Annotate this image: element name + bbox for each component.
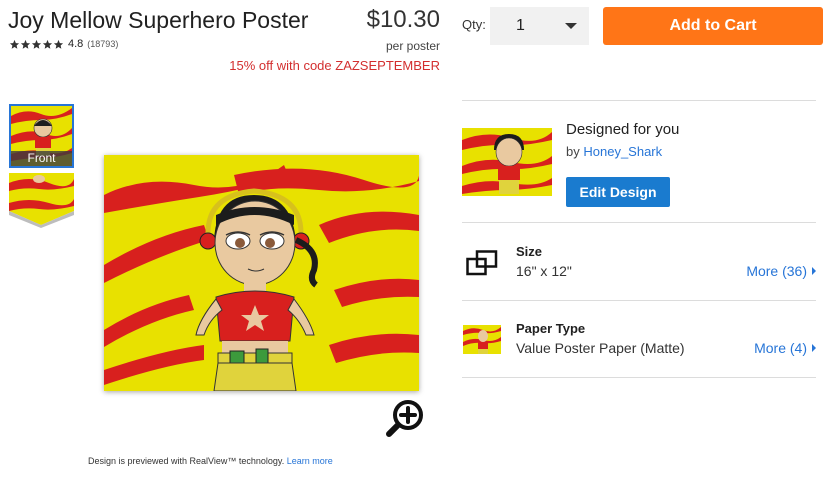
star-icon xyxy=(53,39,64,49)
rating[interactable]: 4.8 (18793) xyxy=(9,38,118,50)
edit-design-button[interactable]: Edit Design xyxy=(566,177,670,207)
star-icon xyxy=(9,39,20,49)
promo-text: 15% off with code ZAZSEPTEMBER xyxy=(229,58,440,73)
product-title: Joy Mellow Superhero Poster xyxy=(8,7,309,33)
chevron-right-icon xyxy=(812,267,816,275)
design-thumbnail xyxy=(462,128,552,196)
price: $10.30 xyxy=(366,6,440,33)
size-more-label: More (36) xyxy=(746,263,807,279)
designer-link[interactable]: Honey_Shark xyxy=(583,144,662,159)
thumbnail-front[interactable]: Front xyxy=(9,104,74,168)
star-icon xyxy=(31,39,42,49)
quantity-value: 1 xyxy=(516,17,525,34)
poster-artwork xyxy=(104,155,419,391)
divider xyxy=(462,100,816,101)
paper-more-label: More (4) xyxy=(754,340,807,356)
divider xyxy=(462,222,816,223)
star-icon xyxy=(42,39,53,49)
quantity-select[interactable]: 1 xyxy=(490,7,589,45)
paper-type-value: Value Poster Paper (Matte) xyxy=(516,340,685,356)
paper-type-title: Paper Type xyxy=(516,321,586,336)
poster-preview[interactable] xyxy=(104,155,419,391)
add-to-cart-button[interactable]: Add to Cart xyxy=(603,7,823,45)
design-thumbnail-image xyxy=(462,128,552,196)
learn-more-link[interactable]: Learn more xyxy=(287,456,333,466)
size-value: 16" x 12" xyxy=(516,263,572,279)
size-frame-icon xyxy=(466,250,498,276)
size-more-link[interactable]: More (36) xyxy=(746,263,816,279)
chevron-right-icon xyxy=(812,344,816,352)
star-icon xyxy=(20,39,31,49)
rating-value: 4.8 xyxy=(68,38,84,50)
price-unit: per poster xyxy=(385,39,440,53)
size-title: Size xyxy=(516,244,543,259)
thumbnail-label: Front xyxy=(11,151,72,166)
paper-thumbnail xyxy=(463,325,501,354)
designed-for-you-title: Designed for you xyxy=(566,121,680,138)
designed-by: by Honey_Shark xyxy=(566,144,662,159)
realview-note: Design is previewed with RealView™ techn… xyxy=(88,456,333,466)
realview-text: Design is previewed with RealView™ techn… xyxy=(88,456,285,466)
chevron-down-icon xyxy=(565,23,577,29)
divider xyxy=(462,377,816,378)
paper-type-more-link[interactable]: More (4) xyxy=(754,340,816,356)
divider xyxy=(462,300,816,301)
thumbnail-image xyxy=(9,173,74,228)
by-prefix: by xyxy=(566,144,580,159)
review-count[interactable]: (18793) xyxy=(87,39,118,49)
thumbnail-side[interactable] xyxy=(9,173,74,228)
zoom-in-icon[interactable] xyxy=(386,398,426,438)
star-rating xyxy=(9,39,64,50)
qty-label: Qty: xyxy=(462,17,486,32)
